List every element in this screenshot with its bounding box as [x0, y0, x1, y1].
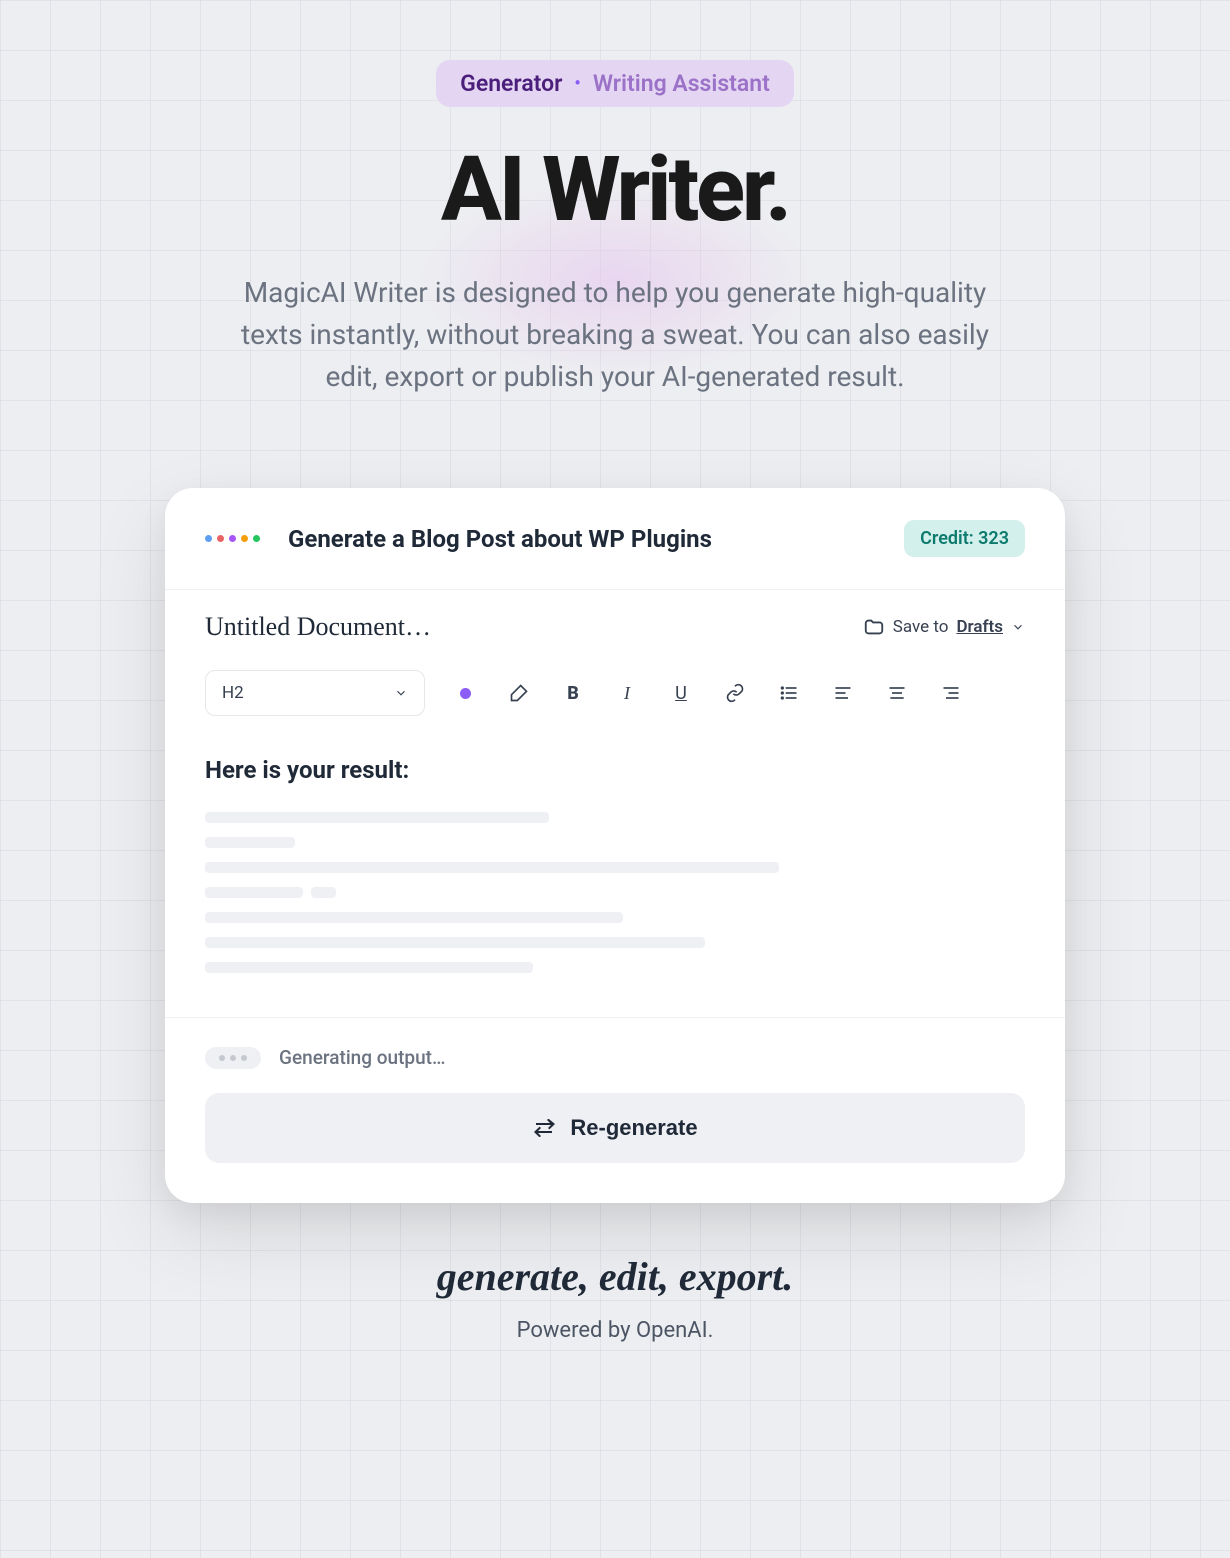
save-prefix: Save to: [893, 617, 949, 637]
list-icon: [779, 683, 799, 703]
editor-toolbar: H2 B I U: [165, 656, 1065, 736]
heading-select[interactable]: H2: [205, 670, 425, 716]
link-button[interactable]: [721, 679, 749, 707]
skeleton-line: [205, 912, 623, 923]
align-left-button[interactable]: [829, 679, 857, 707]
link-icon: [725, 683, 745, 703]
brand-dots: [205, 535, 260, 542]
skeleton-line: [205, 937, 705, 948]
card-header: Generate a Blog Post about WP Plugins Cr…: [165, 488, 1065, 590]
badge-generator: Generator: [460, 70, 562, 97]
skeleton-line: [205, 812, 549, 823]
prompt-title: Generate a Blog Post about WP Plugins: [288, 525, 904, 553]
generating-text: Generating output…: [279, 1046, 445, 1069]
skeleton-line: [205, 962, 533, 973]
page-subtitle: MagicAI Writer is designed to help you g…: [225, 272, 1005, 398]
save-to-drafts-button[interactable]: Save to Drafts: [863, 616, 1025, 638]
save-target: Drafts: [956, 617, 1003, 637]
list-button[interactable]: [775, 679, 803, 707]
chevron-down-icon: [1011, 620, 1025, 634]
badge-assistant: Writing Assistant: [593, 70, 770, 97]
badge-separator: •: [574, 73, 580, 94]
document-title[interactable]: Untitled Document…: [205, 612, 431, 642]
credit-badge: Credit: 323: [904, 520, 1025, 557]
skeleton-line: [311, 887, 336, 898]
text-color-button[interactable]: [451, 679, 479, 707]
align-right-icon: [941, 683, 961, 703]
folder-icon: [863, 616, 885, 638]
align-center-button[interactable]: [883, 679, 911, 707]
regenerate-label: Re-generate: [570, 1115, 697, 1141]
swap-icon: [532, 1119, 556, 1137]
underline-button[interactable]: U: [667, 679, 695, 707]
italic-button[interactable]: I: [613, 679, 641, 707]
loading-dots-icon: [205, 1047, 261, 1069]
generating-status: Generating output…: [205, 1046, 1025, 1069]
editor-card: Generate a Blog Post about WP Plugins Cr…: [165, 488, 1065, 1203]
skeleton-line: [205, 887, 303, 898]
mode-badge: Generator • Writing Assistant: [436, 60, 794, 107]
bold-button[interactable]: B: [559, 679, 587, 707]
align-center-icon: [887, 683, 907, 703]
align-right-button[interactable]: [937, 679, 965, 707]
color-dot-icon: [460, 688, 471, 699]
heading-select-value: H2: [222, 683, 244, 703]
skeleton-line: [205, 862, 779, 873]
align-left-icon: [833, 683, 853, 703]
skeleton-line: [205, 837, 295, 848]
tagline: generate, edit, export.: [165, 1253, 1065, 1300]
highlighter-icon: [509, 683, 529, 703]
powered-by: Powered by OpenAI.: [165, 1318, 1065, 1343]
highlight-button[interactable]: [505, 679, 533, 707]
editor-content[interactable]: Here is your result:: [165, 736, 1065, 1017]
page-title: AI Writer.: [165, 137, 1065, 242]
chevron-down-icon: [394, 686, 408, 700]
result-heading: Here is your result:: [205, 756, 1025, 784]
regenerate-button[interactable]: Re-generate: [205, 1093, 1025, 1163]
